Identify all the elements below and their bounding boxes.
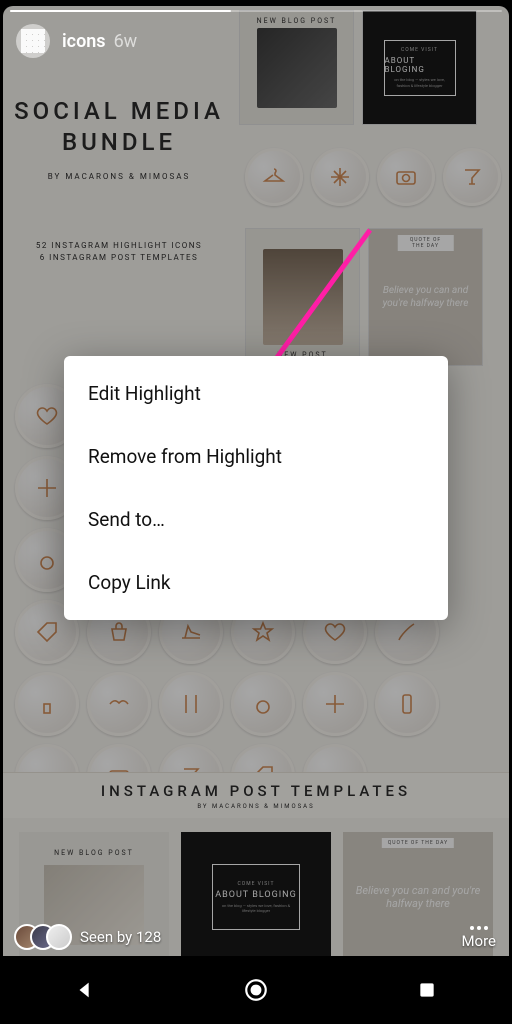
highlight-name[interactable]: icons — [62, 31, 106, 52]
tile-quote: QUOTE OF THE DAY Believe you can and you… — [368, 228, 483, 366]
btile-quote-label: QUOTE OF THE DAY — [382, 838, 454, 848]
tile-row-2: NEW POST QUOTE OF THE DAY Believe you ca… — [241, 224, 509, 370]
btile-about-box: COME VISIT ABOUT BLOGING on the blog — s… — [212, 864, 300, 930]
btile-about-small: COME VISIT — [238, 881, 275, 887]
device-frame: SOCIAL MEDIA BUNDLE BY MACARONS & MIMOSA… — [0, 0, 512, 1024]
hero-title-line2: BUNDLE — [62, 128, 176, 156]
btile-about-heading: ABOUT BLOGING — [215, 890, 296, 900]
ring-icon — [231, 672, 295, 736]
tile-new-post: NEW POST — [245, 228, 360, 366]
nav-recent-button[interactable] — [412, 975, 442, 1005]
story-viewer: SOCIAL MEDIA BUNDLE BY MACARONS & MIMOSA… — [0, 0, 512, 956]
camera-icon — [377, 148, 435, 206]
banner-byline: BY MACARONS & MIMOSAS — [197, 803, 314, 810]
highlight-cover-avatar[interactable] — [16, 24, 50, 58]
tile-photo — [257, 28, 337, 108]
tile-new-blog-post: NEW BLOG POST — [239, 10, 354, 125]
hero-sub: 52 INSTAGRAM HIGHLIGHT ICONS 6 INSTAGRAM… — [3, 241, 235, 262]
seen-by-button[interactable]: Seen by 128 — [14, 924, 161, 950]
context-menu: Edit Highlight Remove from Highlight Sen… — [64, 356, 448, 620]
hero-sub-1: 52 INSTAGRAM HIGHLIGHT ICONS — [3, 241, 235, 250]
menu-edit-highlight[interactable]: Edit Highlight — [64, 362, 448, 425]
sparkle-icon — [311, 148, 369, 206]
quote-label: QUOTE OF THE DAY — [397, 235, 454, 251]
btile-about-body: on the blog — styles we love, fashion & … — [213, 903, 299, 913]
story-header[interactable]: icons 6w — [16, 24, 137, 58]
icon-row-small — [241, 144, 509, 210]
tile-about-bloging: COME VISIT ABOUT BLOGING on the blog — s… — [362, 10, 477, 125]
section-banner: INSTAGRAM POST TEMPLATES BY MACARONS & M… — [3, 772, 509, 818]
lipstick-icon — [15, 672, 79, 736]
lips-icon — [87, 672, 151, 736]
quote-text: Believe you can and you're halfway there — [375, 284, 476, 310]
btile-caption: NEW BLOG POST — [54, 849, 134, 857]
hero-title: SOCIAL MEDIA BUNDLE — [3, 96, 235, 158]
nav-back-button[interactable] — [70, 975, 100, 1005]
more-icon — [470, 926, 488, 930]
phone-icon — [375, 672, 439, 736]
tile-photo — [263, 249, 343, 345]
grid-icon — [21, 29, 45, 53]
menu-copy-link[interactable]: Copy Link — [64, 551, 448, 614]
about-body: on the blog — styles we love, fashion & … — [385, 77, 455, 87]
btile-about: COME VISIT ABOUT BLOGING on the blog — s… — [181, 832, 331, 956]
more-label: More — [461, 932, 496, 950]
banner-title: INSTAGRAM POST TEMPLATES — [101, 782, 411, 800]
menu-send-to[interactable]: Send to… — [64, 488, 448, 551]
story-progress-fill — [10, 10, 231, 12]
cocktail-icon — [443, 148, 501, 206]
story-progress-bar — [10, 10, 502, 12]
hero-title-line1: SOCIAL MEDIA — [14, 97, 224, 125]
hero-sub-2: 6 INSTAGRAM POST TEMPLATES — [3, 253, 235, 262]
story-age: 6w — [114, 31, 138, 52]
menu-remove-highlight[interactable]: Remove from Highlight — [64, 425, 448, 488]
hanger-icon — [245, 148, 303, 206]
nav-home-button[interactable] — [241, 975, 271, 1005]
btile-quote-text: Believe you can and you're halfway there — [351, 884, 485, 910]
viewer-avatar — [46, 924, 72, 950]
sparkle-icon — [303, 672, 367, 736]
android-navbar — [0, 956, 512, 1024]
tile-caption: NEW BLOG POST — [257, 17, 337, 25]
seen-by-label: Seen by 128 — [80, 928, 161, 946]
hero-byline: BY MACARONS & MIMOSAS — [3, 172, 235, 181]
cutlery-icon — [159, 672, 223, 736]
top-tile-grid: NEW BLOG POST COME VISIT ABOUT BLOGING o… — [235, 6, 509, 129]
about-heading: ABOUT BLOGING — [385, 56, 455, 74]
more-button[interactable]: More — [461, 926, 496, 950]
about-small: COME VISIT — [401, 47, 438, 53]
about-box: COME VISIT ABOUT BLOGING on the blog — s… — [384, 40, 456, 96]
